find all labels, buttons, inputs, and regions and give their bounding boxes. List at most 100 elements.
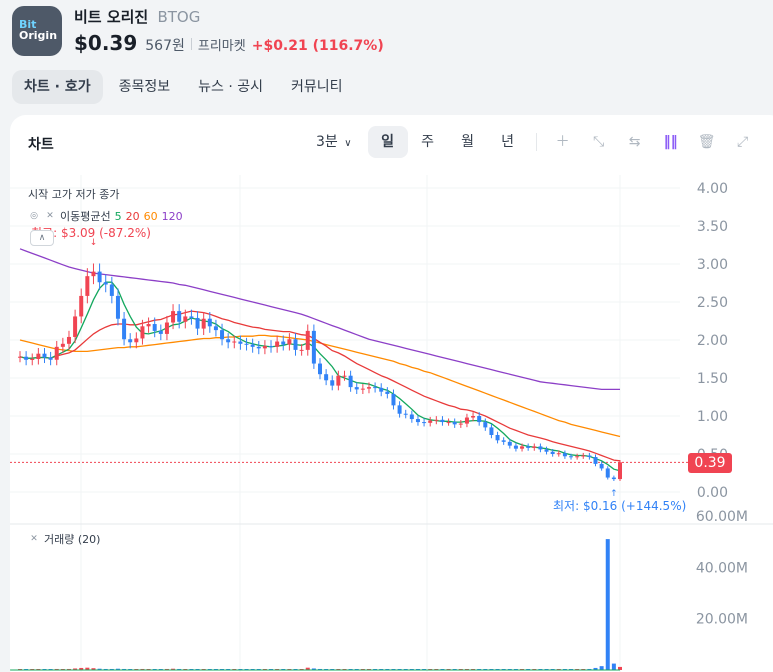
candle-body bbox=[122, 318, 127, 340]
candle-body bbox=[562, 453, 567, 457]
price-axis-tick-2: 3.00 bbox=[697, 257, 728, 273]
stock-header: Bit Origin 비트 오리진 BTOG $0.39 567원 프리마켓 +… bbox=[0, 0, 773, 120]
candle-body bbox=[446, 422, 451, 424]
candle-body bbox=[422, 422, 427, 424]
ma5-label: 5 bbox=[114, 209, 122, 223]
tab-stock-info[interactable]: 종목정보 bbox=[107, 70, 183, 104]
candle-body bbox=[91, 271, 96, 277]
price-axis-tick-8: 0.00 bbox=[697, 485, 728, 501]
candle-body bbox=[434, 419, 439, 421]
candle-body bbox=[575, 456, 580, 458]
candle-body bbox=[171, 311, 176, 323]
candle-body bbox=[354, 387, 359, 390]
candle-body bbox=[471, 416, 476, 418]
eye-off-icon[interactable]: ◎ bbox=[28, 210, 40, 222]
coin-name-row: 비트 오리진 BTOG bbox=[74, 6, 200, 27]
candle-body bbox=[342, 375, 347, 377]
krw-price: 567원 bbox=[145, 38, 185, 54]
ma-legend: ◎ ✕ 이동평균선 5 20 60 120 bbox=[28, 208, 183, 224]
price-axis-tick-1: 3.50 bbox=[697, 219, 728, 235]
candle-body bbox=[366, 387, 371, 389]
candle-body bbox=[618, 462, 622, 480]
candle-body bbox=[164, 322, 169, 334]
candle-body bbox=[103, 282, 108, 285]
ma120-label: 120 bbox=[161, 209, 183, 223]
candle-body bbox=[281, 341, 286, 345]
candle-body bbox=[66, 336, 71, 344]
candle-body bbox=[452, 422, 457, 425]
volume-bar bbox=[605, 539, 610, 670]
candle-body bbox=[605, 468, 610, 478]
candle-body bbox=[213, 326, 218, 331]
candle-body bbox=[611, 477, 616, 480]
volume-axis-tick-1: 40.00M bbox=[696, 560, 748, 576]
volume-axis-tick-0: 60.00M bbox=[696, 509, 748, 525]
candle-body bbox=[464, 417, 469, 424]
price-chart[interactable]: 4.003.503.002.502.001.501.000.500.0060.0… bbox=[10, 115, 773, 672]
candle-body bbox=[360, 388, 365, 390]
tab-community[interactable]: 커뮤니티 bbox=[279, 70, 355, 104]
candle-body bbox=[115, 295, 120, 319]
candle-body bbox=[226, 339, 231, 343]
candle-body bbox=[599, 463, 604, 469]
candle-body bbox=[538, 446, 543, 450]
volume-bar bbox=[599, 666, 604, 670]
candle-body bbox=[532, 446, 537, 448]
candle-body bbox=[18, 356, 22, 358]
candle-body bbox=[299, 349, 304, 351]
candle-body bbox=[207, 318, 212, 327]
candle-body bbox=[587, 455, 592, 458]
candle-body bbox=[556, 453, 561, 455]
candle-body bbox=[97, 271, 102, 283]
candle-body bbox=[483, 422, 488, 428]
candle-body bbox=[140, 326, 145, 339]
coin-ticker: BTOG bbox=[157, 8, 201, 26]
close-icon[interactable]: ✕ bbox=[28, 533, 40, 545]
candle-body bbox=[489, 427, 494, 435]
current-price: $0.39 bbox=[74, 31, 138, 55]
candle-body bbox=[42, 353, 47, 358]
low-marker-label: 최저: $0.16 (+144.5%) bbox=[553, 499, 687, 513]
price-axis-tick-3: 2.50 bbox=[697, 295, 728, 311]
market-session: 프리마켓 bbox=[197, 39, 246, 54]
candle-body bbox=[275, 341, 280, 347]
tab-chart-orderbook[interactable]: 차트 · 호가 bbox=[12, 70, 103, 104]
ma-label: 이동평균선 bbox=[60, 210, 111, 223]
candle-body bbox=[134, 338, 139, 343]
candle-body bbox=[250, 344, 255, 347]
volume-label: 거래량 (20) bbox=[44, 533, 101, 546]
candle-body bbox=[593, 457, 598, 464]
candle-body bbox=[330, 380, 335, 386]
candle-body bbox=[440, 419, 445, 423]
collapse-legend-button[interactable]: ∧ bbox=[30, 230, 54, 246]
candle-body bbox=[526, 446, 531, 448]
candle-body bbox=[415, 419, 420, 423]
price-change: +$0.21 (116.7%) bbox=[251, 38, 384, 54]
candle-body bbox=[60, 343, 65, 347]
main-tabs: 차트 · 호가 종목정보 뉴스 · 공시 커뮤니티 bbox=[12, 70, 355, 104]
candle-body bbox=[373, 387, 378, 389]
candle-body bbox=[507, 441, 512, 446]
candle-body bbox=[152, 324, 157, 331]
candle-body bbox=[544, 449, 549, 452]
candle-body bbox=[550, 451, 555, 454]
candle-body bbox=[318, 363, 322, 375]
chart-card: 차트 3분 ∨ 일 주 월 년 ＋ ⤡ ⇆ ‖‖ 🗑 ⤢ 4.00 3.50 3.0… bbox=[10, 115, 773, 672]
ma20-label: 20 bbox=[125, 209, 140, 223]
candle-body bbox=[391, 393, 396, 406]
candle-body bbox=[569, 456, 574, 458]
coin-logo: Bit Origin bbox=[12, 6, 62, 56]
volume-axis-tick-2: 20.00M bbox=[696, 612, 748, 628]
candle-body bbox=[189, 316, 194, 318]
candle-body bbox=[293, 339, 298, 350]
tab-news[interactable]: 뉴스 · 공시 bbox=[186, 70, 275, 104]
candle-body bbox=[513, 445, 518, 449]
price-axis-tick-5: 1.50 bbox=[697, 371, 728, 387]
candle-body bbox=[109, 284, 114, 296]
volume-bar bbox=[611, 663, 616, 670]
close-icon[interactable]: ✕ bbox=[44, 210, 56, 222]
candle-body bbox=[244, 343, 249, 345]
candle-body bbox=[238, 341, 243, 344]
candle-body bbox=[256, 346, 261, 349]
ma60-label: 60 bbox=[143, 209, 158, 223]
